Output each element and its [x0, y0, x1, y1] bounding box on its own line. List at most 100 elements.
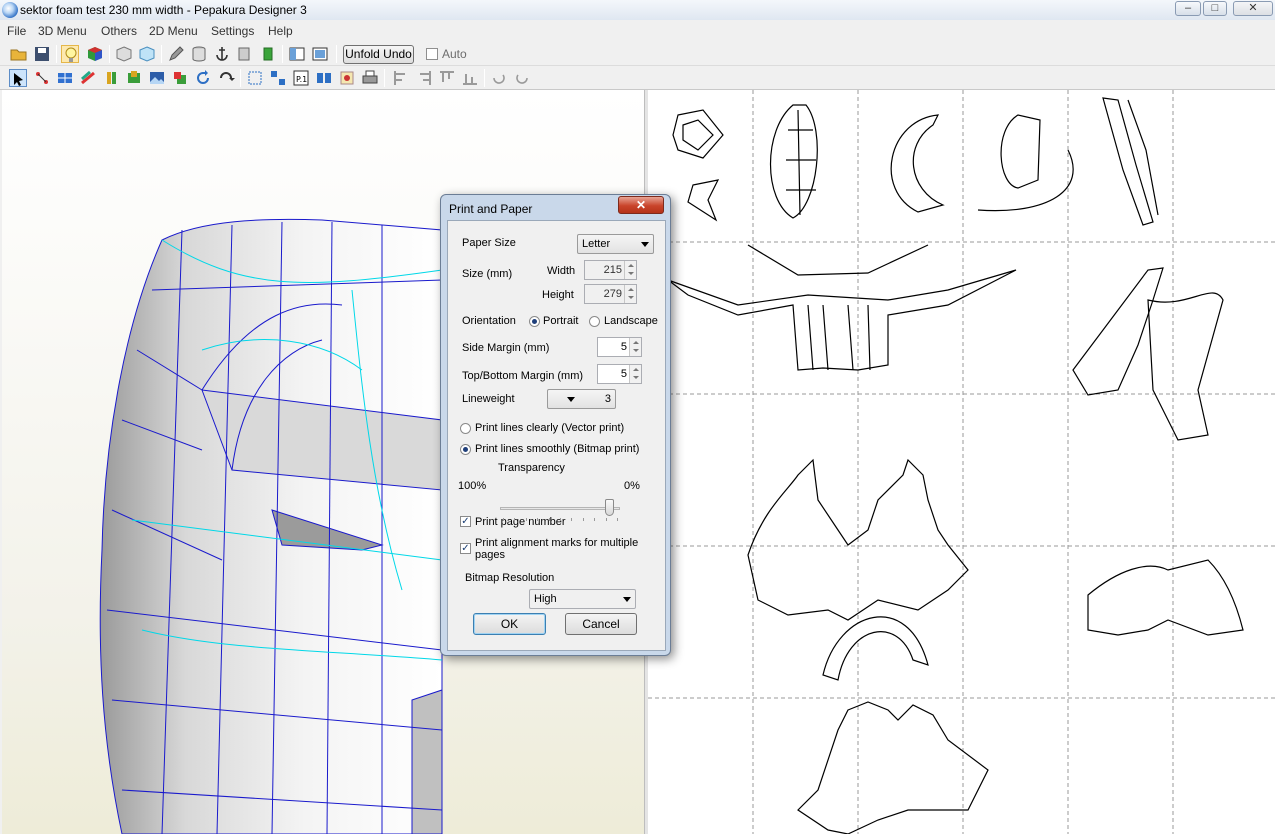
menu-file[interactable]: File — [7, 24, 26, 38]
menu-settings[interactable]: Settings — [211, 24, 254, 38]
lineweight-select[interactable]: 3 — [547, 389, 616, 409]
alignment-marks-label[interactable]: Print alignment marks for multiple pages — [475, 537, 645, 561]
width-label: Width — [547, 265, 576, 277]
fold-mountain-icon[interactable] — [102, 69, 120, 87]
side-margin-field[interactable]: 5 — [597, 337, 642, 357]
topbottom-margin-value: 5 — [620, 368, 627, 380]
paper-size-select[interactable]: Letter — [577, 234, 654, 254]
page-number-icon[interactable]: P.1 — [292, 69, 310, 87]
arrange-icon[interactable] — [246, 69, 264, 87]
pencil-icon[interactable] — [167, 45, 185, 63]
bitmap-resolution-label: Bitmap Resolution — [465, 572, 555, 584]
alignment-marks-checkbox[interactable]: ✓ — [460, 543, 471, 554]
maximize-button[interactable]: □ — [1203, 1, 1227, 16]
page-number-checkbox[interactable]: ✓ — [460, 516, 471, 527]
bitmap-print-label[interactable]: Print lines smoothly (Bitmap print) — [475, 443, 639, 455]
align-left-icon — [392, 69, 410, 87]
cylinder-icon[interactable] — [190, 45, 208, 63]
menu-help[interactable]: Help — [268, 24, 293, 38]
lightbulb-icon[interactable] — [61, 45, 79, 63]
landscape-radio[interactable] — [589, 316, 600, 327]
edit-toolbar: P.1 — [0, 66, 1275, 90]
height-spinner-icon — [624, 285, 636, 303]
height-label: Height — [542, 289, 574, 301]
dialog-close-button[interactable]: ✕ — [618, 196, 664, 214]
join-edge-icon[interactable] — [33, 69, 51, 87]
menu-3d[interactable]: 3D Menu — [38, 24, 87, 38]
flip-icon[interactable] — [217, 69, 235, 87]
paper-size-label: Paper Size — [462, 237, 516, 249]
color-edges-icon[interactable] — [79, 69, 97, 87]
align-top-icon — [438, 69, 456, 87]
cancel-button[interactable]: Cancel — [565, 613, 637, 635]
transparency-min-label: 100% — [458, 480, 487, 492]
texture-cube-icon[interactable] — [138, 45, 156, 63]
height-field: 279 — [584, 284, 637, 304]
flap-grid-icon[interactable] — [56, 69, 74, 87]
slider-tick — [514, 518, 516, 521]
auto-label: Auto — [442, 47, 467, 61]
topbottom-margin-field[interactable]: 5 — [597, 364, 642, 384]
minimize-button[interactable]: – — [1175, 1, 1201, 16]
layout-left-icon[interactable] — [288, 45, 306, 63]
slider-tick — [537, 518, 539, 521]
close-window-button[interactable]: ✕ — [1233, 1, 1273, 16]
bitmap-resolution-select[interactable]: High — [529, 589, 636, 609]
topbottom-margin-label: Top/Bottom Margin (mm) — [462, 370, 584, 382]
page-number-label[interactable]: Print page number — [475, 516, 566, 528]
slider-tick — [560, 518, 561, 521]
fold-valley-icon[interactable] — [125, 69, 143, 87]
anchor-icon[interactable] — [213, 45, 231, 63]
arrange-pages-icon[interactable] — [269, 69, 287, 87]
save-icon[interactable] — [33, 45, 51, 63]
portrait-label[interactable]: Portrait — [543, 315, 578, 327]
print-pages-icon[interactable] — [315, 69, 333, 87]
slider-tick — [594, 518, 596, 521]
menu-others[interactable]: Others — [101, 24, 137, 38]
transparency-slider-thumb[interactable] — [605, 499, 615, 516]
slider-tick — [503, 518, 504, 521]
paper-size-value: Letter — [582, 238, 611, 250]
image-icon[interactable] — [148, 69, 166, 87]
2d-pattern-pane[interactable] — [648, 90, 1275, 834]
bitmap-print-radio[interactable] — [460, 444, 471, 455]
portrait-radio[interactable] — [529, 316, 540, 327]
transparency-slider[interactable] — [500, 507, 620, 510]
auto-checkbox[interactable] — [426, 48, 438, 60]
photo-icon[interactable] — [338, 69, 356, 87]
slider-tick — [525, 518, 527, 521]
svg-text:P.1: P.1 — [296, 75, 307, 84]
topbottom-margin-spinner-icon[interactable] — [629, 365, 641, 383]
chevron-down-icon — [641, 242, 649, 247]
rotate-icon[interactable] — [194, 69, 212, 87]
landscape-label[interactable]: Landscape — [604, 315, 658, 327]
panel-icon[interactable] — [236, 45, 254, 63]
select-arrow-icon[interactable] — [9, 69, 27, 87]
menu-2d[interactable]: 2D Menu — [149, 24, 198, 38]
green-shape-icon[interactable] — [259, 45, 277, 63]
ok-button[interactable]: OK — [473, 613, 546, 635]
rotate-90-cw-icon — [513, 69, 531, 87]
align-right-icon — [415, 69, 433, 87]
vector-print-radio[interactable] — [460, 423, 471, 434]
open-folder-icon[interactable] — [10, 45, 28, 63]
vector-print-label[interactable]: Print lines clearly (Vector print) — [475, 422, 624, 434]
transparency-label: Transparency — [498, 462, 565, 474]
width-field: 215 — [584, 260, 637, 280]
cube-icon[interactable] — [115, 45, 133, 63]
dialog-body: Paper Size Letter Size (mm) Width 215 He… — [447, 220, 666, 651]
chevron-down-icon — [623, 597, 631, 602]
dialog-title: Print and Paper — [449, 202, 533, 216]
unfold-undo-button[interactable]: Unfold Undo — [343, 45, 414, 64]
layout-right-icon[interactable] — [311, 45, 329, 63]
menu-bar: File 3D Menu Others 2D Menu Settings Hel… — [0, 21, 1275, 41]
color-cube-icon[interactable] — [86, 45, 104, 63]
lineweight-value: 3 — [604, 393, 611, 405]
window-title: sektor foam test 230 mm width - Pepakura… — [20, 3, 307, 17]
side-margin-spinner-icon[interactable] — [629, 338, 641, 356]
printer-icon[interactable] — [361, 69, 379, 87]
parts-move-icon[interactable] — [171, 69, 189, 87]
size-label: Size (mm) — [462, 268, 513, 280]
print-and-paper-dialog: Print and Paper ✕ Paper Size Letter Size… — [440, 194, 671, 656]
slider-tick — [571, 518, 573, 521]
